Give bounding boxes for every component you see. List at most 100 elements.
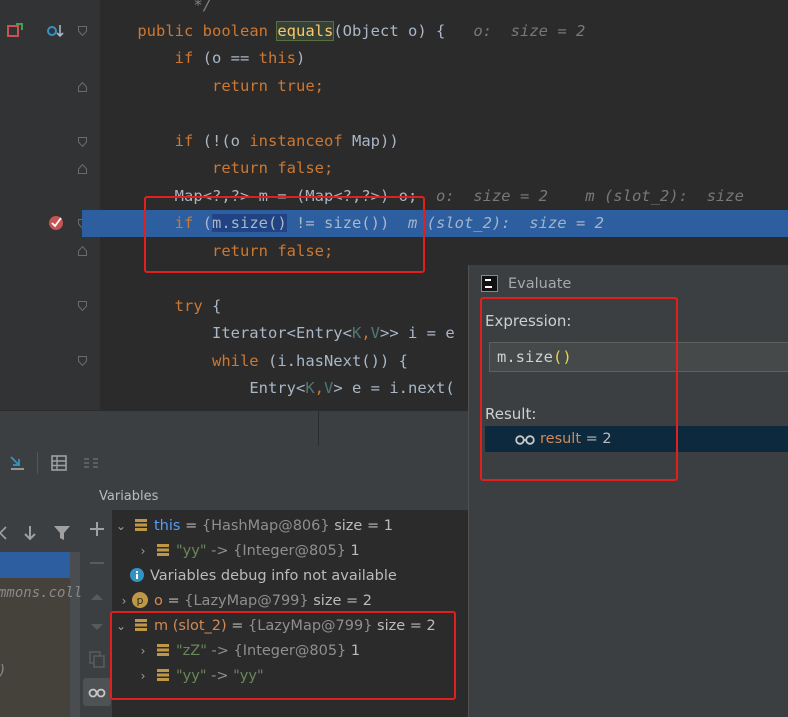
current-execution-line[interactable]: if (m.size() != size()) m (slot_2): size…	[100, 210, 788, 237]
variable-extra: size = 1	[329, 518, 393, 534]
type-param: V	[370, 324, 380, 342]
variables-header: Variables	[82, 480, 468, 510]
chevron-down-icon[interactable]: ⌄	[112, 614, 130, 639]
keyword: false;	[277, 242, 334, 260]
override-method-icon[interactable]	[6, 22, 24, 40]
implementation-marker-icon[interactable]	[46, 22, 64, 40]
restore-layout-icon[interactable]	[82, 454, 100, 472]
debug-tab-bar[interactable]	[0, 410, 468, 447]
move-down-icon[interactable]	[88, 618, 106, 636]
punctuation: ,	[314, 379, 324, 397]
expression-paren: ()	[553, 348, 572, 366]
frame-label[interactable]: mmons.colle	[0, 585, 91, 601]
frame-label[interactable]: )	[0, 663, 6, 679]
inline-debug-hint: o: size = 2	[435, 187, 548, 205]
remove-watch-icon[interactable]	[88, 554, 106, 572]
variable-row[interactable]: › "zZ" -> {Integer@805} 1	[112, 639, 361, 664]
fold-marker-icon[interactable]	[78, 137, 87, 147]
arrow-down-icon[interactable]	[21, 524, 39, 542]
variable-name: "yy"	[176, 668, 207, 684]
evaluate-title-bar[interactable]: Evaluate	[469, 265, 788, 303]
code-line[interactable]: public boolean equals(Object o) { o: siz…	[100, 18, 788, 45]
keyword: if	[174, 49, 194, 67]
code-line[interactable]: return false;	[100, 155, 788, 182]
code-text: Map<?,?> m = (Map<?,?>) o;	[174, 187, 418, 205]
variable-row[interactable]: › "yy" -> {Integer@805} 1	[112, 539, 360, 564]
variable-name: m (slot_2)	[154, 618, 227, 634]
info-text: Variables debug info not available	[150, 568, 397, 584]
method-name: equals	[276, 21, 335, 41]
chevron-down-icon[interactable]: ⌄	[112, 514, 130, 539]
keyword: if	[174, 214, 194, 232]
variable-eq: =	[180, 518, 202, 534]
fold-marker-icon[interactable]	[78, 26, 87, 36]
variable-row[interactable]: ⌄ m (slot_2) = {LazyMap@799} size = 2	[112, 614, 436, 639]
code-text: Entry<	[249, 379, 306, 397]
variable-name: "yy"	[176, 543, 207, 559]
result-name: result	[540, 431, 582, 447]
variable-extra: size = 2	[308, 593, 372, 609]
chevron-right-icon[interactable]: ›	[134, 639, 152, 664]
variables-panel[interactable]: Variables ⌄ this = {HashMap@806} size = 1…	[82, 480, 468, 717]
type-param: K	[305, 379, 315, 397]
chevron-right-icon[interactable]: ›	[118, 589, 130, 614]
code-line[interactable]: Map<?,?> m = (Map<?,?>) o; o: size = 2 m…	[100, 183, 788, 210]
selected-frame-row[interactable]	[0, 552, 70, 578]
fold-marker-icon[interactable]	[78, 82, 87, 92]
keyword: true;	[277, 77, 324, 95]
frames-toolbar	[0, 518, 82, 548]
variable-row[interactable]: › p o = {LazyMap@799} size = 2	[118, 589, 372, 614]
code-line[interactable]: if (!(o instanceof Map))	[100, 128, 788, 155]
field-icon	[135, 619, 147, 631]
keyword: instanceof	[249, 132, 343, 150]
chevron-left-icon[interactable]	[0, 524, 12, 542]
svg-text:p: p	[137, 594, 144, 607]
evaluate-dialog[interactable]: Evaluate Expression: m.size() Result: re…	[468, 265, 788, 717]
variable-info-row: Variables debug info not available	[112, 564, 397, 589]
variable-eq: =	[162, 593, 185, 609]
variables-side-toolbar[interactable]	[82, 510, 112, 717]
result-row[interactable]: result = 2	[485, 426, 788, 452]
variable-eq: =	[226, 618, 249, 634]
punctuation: ,	[361, 324, 371, 342]
keyword: if	[174, 132, 194, 150]
chevron-right-icon[interactable]: ›	[134, 539, 152, 564]
inline-debug-hint: o: size = 2	[473, 22, 586, 40]
frame-scrollbar[interactable]	[70, 552, 80, 717]
variable-extra: size = 2	[372, 618, 436, 634]
variable-arrow: ->	[206, 643, 234, 659]
step-into-icon[interactable]	[8, 454, 26, 472]
debug-tab-divider	[318, 411, 319, 447]
copy-icon[interactable]	[88, 650, 106, 668]
fold-marker-icon[interactable]	[78, 246, 87, 256]
filter-icon[interactable]	[53, 524, 71, 542]
editor-gutter[interactable]	[0, 0, 100, 410]
variable-row[interactable]: ⌄ this = {HashMap@806} size = 1	[112, 514, 393, 539]
code-line[interactable]: return false;	[100, 238, 788, 265]
code-line[interactable]: if (o == this)	[100, 45, 788, 72]
breakpoint-icon[interactable]	[47, 213, 65, 231]
field-icon	[157, 544, 169, 556]
glasses-icon[interactable]	[88, 683, 106, 701]
variable-extra: 1	[346, 643, 361, 659]
code-line[interactable]: */	[100, 0, 788, 19]
add-watch-icon[interactable]	[88, 520, 106, 538]
variable-row[interactable]: › "yy" -> "yy"	[112, 664, 264, 689]
expression-input[interactable]: m.size()	[489, 342, 788, 372]
code-text: (Object o) {	[333, 22, 446, 40]
parameter-icon: p	[132, 592, 148, 608]
code-text: >> i = e	[380, 324, 455, 342]
inline-debug-hint: m (slot_2): size	[585, 187, 744, 205]
fold-marker-icon[interactable]	[78, 164, 87, 174]
chevron-right-icon[interactable]: ›	[134, 664, 152, 689]
frames-panel[interactable]: mmons.colle )	[0, 480, 91, 717]
keyword: return	[211, 159, 268, 177]
move-up-icon[interactable]	[88, 588, 106, 606]
selected-expression[interactable]: m.size()	[212, 214, 287, 232]
fold-marker-icon[interactable]	[78, 301, 87, 311]
debug-toolbar[interactable]	[0, 446, 468, 481]
fold-marker-icon[interactable]	[78, 356, 87, 366]
code-text: (	[193, 214, 212, 232]
table-view-icon[interactable]	[50, 454, 68, 472]
code-line[interactable]: return true;	[100, 73, 788, 100]
